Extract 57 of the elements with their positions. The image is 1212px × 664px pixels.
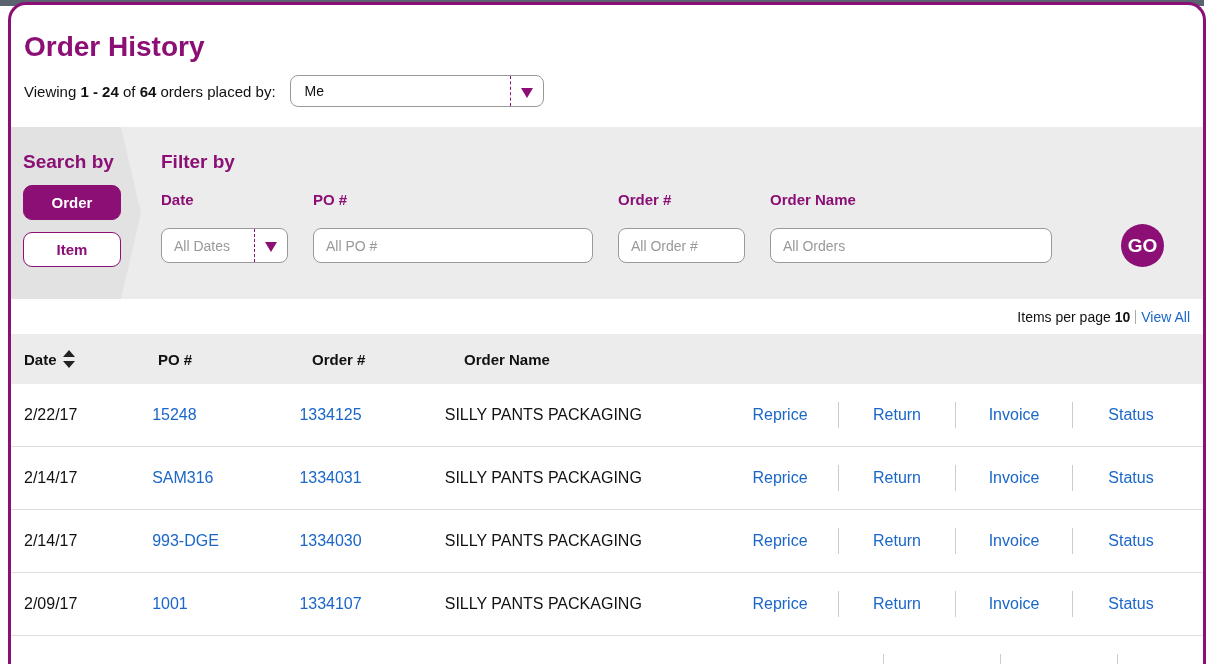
column-header[interactable]: Date <box>24 350 57 368</box>
filter-label: Date <box>161 191 195 208</box>
go-button[interactable]: GO <box>1121 224 1164 267</box>
row-action-link[interactable]: Status <box>1108 406 1154 424</box>
date-cell: 2/22/17 <box>24 406 78 423</box>
row-action-link[interactable]: Return <box>873 595 921 613</box>
column-header[interactable]: Order Name <box>464 350 550 368</box>
filter-label: Order # <box>618 191 673 208</box>
po-link[interactable]: 1001 <box>152 595 188 612</box>
row-action-link[interactable]: Invoice <box>988 469 1040 487</box>
items-per-page: Items per page 10 <box>1017 308 1131 325</box>
po-link[interactable]: SAM316 <box>152 469 214 486</box>
column-header[interactable]: PO # <box>158 350 193 368</box>
row-action-link[interactable]: Reprice <box>752 406 808 424</box>
search-by-toggle[interactable]: Item <box>23 232 121 267</box>
filter-label: Order Name <box>770 191 857 208</box>
row-action-link[interactable]: Reprice <box>752 532 808 550</box>
filter-by-heading: Filter by <box>161 151 236 173</box>
placed-by-dropdown[interactable]: Me <box>289 75 544 107</box>
order-number-link[interactable]: 1334031 <box>299 469 362 486</box>
po-link[interactable]: 993-DGE <box>152 532 219 549</box>
row-action-link[interactable]: Invoice <box>988 595 1040 613</box>
order-name-cell: SILLY PANTS PACKAGING <box>444 532 642 549</box>
date-cell: 2/09/17 <box>24 595 78 612</box>
filter-input-field[interactable]: All Orders <box>770 228 1052 263</box>
row-action-link[interactable]: Status <box>1108 532 1154 550</box>
row-action-link[interactable]: Invoice <box>988 532 1040 550</box>
order-number-link[interactable]: 1334030 <box>299 532 362 549</box>
view-all-link[interactable]: View All <box>1141 308 1190 325</box>
order-number-link[interactable]: 1334125 <box>299 406 362 423</box>
order-number-link[interactable]: 1334107 <box>299 595 362 612</box>
order-name-cell: SILLY PANTS PACKAGING <box>444 406 642 423</box>
caret-icon <box>265 242 277 252</box>
filter-label: PO # <box>313 191 349 208</box>
search-by-toggle[interactable]: Order <box>23 185 121 220</box>
po-link[interactable]: 15248 <box>152 406 197 423</box>
filter-input-field[interactable]: All PO # <box>313 228 593 263</box>
row-action-link[interactable]: Return <box>873 532 921 550</box>
row-action-link[interactable]: Invoice <box>988 406 1040 424</box>
row-action-link[interactable]: Return <box>873 469 921 487</box>
filter-input-field[interactable]: All Order # <box>618 228 745 263</box>
row-action-link[interactable]: Status <box>1108 595 1154 613</box>
row-action-link[interactable]: Return <box>873 406 921 424</box>
page-title: Order History <box>23 30 206 64</box>
search-by-heading: Search by <box>23 151 115 173</box>
row-action-link[interactable]: Reprice <box>752 595 808 613</box>
order-name-cell: SILLY PANTS PACKAGING <box>444 595 642 612</box>
caret-icon <box>520 87 533 98</box>
date-cell: 2/14/17 <box>24 532 78 549</box>
sort-icon[interactable] <box>62 350 75 368</box>
date-cell: 2/14/17 <box>24 469 78 486</box>
row-action-link[interactable]: Status <box>1108 469 1154 487</box>
column-header[interactable]: Order # <box>312 350 366 368</box>
date-dropdown[interactable]: All Dates <box>161 228 288 263</box>
results-summary: Viewing 1 - 24 of 64 orders placed by: <box>24 82 276 100</box>
order-name-cell: SILLY PANTS PACKAGING <box>444 469 642 486</box>
row-action-link[interactable]: Reprice <box>752 469 808 487</box>
